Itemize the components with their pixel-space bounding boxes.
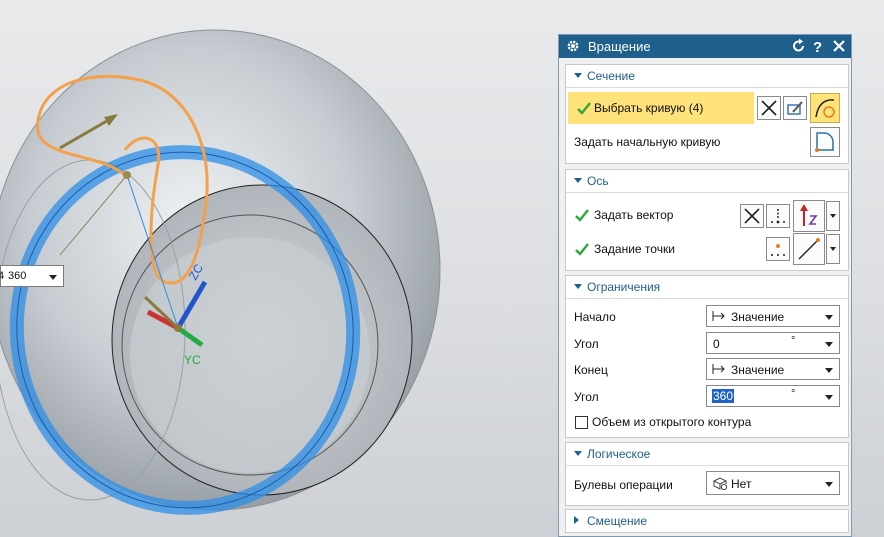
collapse-icon xyxy=(574,178,582,183)
angle2-unit: ° xyxy=(791,388,796,400)
open-profile-checkbox[interactable] xyxy=(575,416,588,429)
angle1-value: 0 xyxy=(713,337,720,351)
boolean-label: Булевы операции xyxy=(574,478,673,492)
angle2-input[interactable]: 360 ° xyxy=(706,385,840,407)
collapse-icon xyxy=(574,451,582,456)
angle2-label: Угол xyxy=(574,390,599,404)
section-axis-group: Ось Задать вектор Задание точки xyxy=(565,169,849,271)
boolean-select[interactable]: Нет xyxy=(706,471,840,495)
dialog-titlebar[interactable]: Вращение ? xyxy=(559,35,851,58)
curve-select-button[interactable] xyxy=(810,93,840,123)
checkmark-icon xyxy=(575,209,589,222)
help-icon[interactable]: ? xyxy=(810,38,826,54)
end-label: Конец xyxy=(574,363,608,377)
select-curve-label: Выбрать кривую (4) xyxy=(594,101,704,115)
section-offset-group: Смещение xyxy=(565,509,849,533)
vector-dialog-button[interactable] xyxy=(766,204,790,228)
section-boolean-group: Логическое Булевы операции Нет xyxy=(565,442,849,506)
arrow-value-icon xyxy=(712,310,726,325)
sketch-section-button[interactable] xyxy=(783,96,807,120)
collapse-icon xyxy=(574,73,582,78)
svg-text:?: ? xyxy=(813,39,822,54)
point-dialog-icon xyxy=(771,244,785,256)
end-mode-select[interactable]: Значение xyxy=(706,358,840,380)
vector-select-button[interactable] xyxy=(740,204,764,228)
curve-rule-button[interactable] xyxy=(757,96,781,120)
checkmark-icon xyxy=(575,243,589,256)
point-type-dropdown[interactable] xyxy=(826,234,840,264)
chevron-down-icon xyxy=(825,342,833,347)
angle-input-value: 360 xyxy=(8,270,27,282)
arrow-value-icon xyxy=(712,363,726,378)
triad-origin[interactable] xyxy=(174,324,182,332)
cross-select-icon xyxy=(761,100,777,116)
torus-inner-face xyxy=(130,237,370,473)
expand-icon xyxy=(574,516,579,524)
vector-dialog-icon xyxy=(771,209,785,224)
collapse-icon xyxy=(574,284,582,289)
angle1-unit: ° xyxy=(791,335,796,347)
chevron-down-icon xyxy=(825,315,833,320)
vector-type-button[interactable] xyxy=(793,200,825,232)
start-curve-button[interactable] xyxy=(810,127,840,157)
open-profile-label: Объем из открытого контура xyxy=(592,415,752,429)
chevron-down-icon[interactable] xyxy=(49,275,57,280)
boolean-value: Нет xyxy=(731,477,752,491)
revolve-dialog: Вращение ? Сечение Выбрать кривую (4) За… xyxy=(558,34,852,537)
angle-input-edge-char: 4 xyxy=(0,270,5,282)
point-label: Задание точки xyxy=(594,242,675,256)
section-curve-group: Сечение Выбрать кривую (4) Задать началь… xyxy=(565,64,849,164)
point-dialog-button[interactable] xyxy=(766,237,790,261)
boolean-none-icon xyxy=(712,476,728,493)
onscreen-angle-input[interactable]: 4 360 xyxy=(0,265,64,287)
start-mode-select[interactable]: Значение xyxy=(706,305,840,327)
vector-label: Задать вектор xyxy=(594,208,674,222)
section-header-offset[interactable]: Смещение xyxy=(566,510,848,532)
section-title-offset: Смещение xyxy=(587,514,648,528)
start-label: Начало xyxy=(574,310,616,324)
angle1-input[interactable]: 0 ° xyxy=(706,332,840,354)
checkmark-icon xyxy=(577,102,591,115)
vector-type-dropdown[interactable] xyxy=(826,201,840,231)
section-title-curve: Сечение xyxy=(587,69,635,83)
dialog-title: Вращение xyxy=(588,39,651,54)
vector-zc-icon xyxy=(800,204,818,226)
section-title-limits: Ограничения xyxy=(587,280,661,294)
point-type-button[interactable] xyxy=(793,233,825,265)
section-header-axis[interactable]: Ось xyxy=(566,170,848,193)
curve-icon xyxy=(815,99,835,118)
close-icon[interactable] xyxy=(831,38,847,54)
end-mode-value: Значение xyxy=(731,363,785,377)
axis-point-top[interactable] xyxy=(123,171,131,179)
angle2-value: 360 xyxy=(712,389,735,403)
section-title-boolean: Логическое xyxy=(587,447,651,461)
sketch-icon xyxy=(787,101,803,115)
start-curve-icon xyxy=(815,132,834,152)
chevron-down-icon xyxy=(825,395,833,400)
start-mode-value: Значение xyxy=(731,310,785,324)
open-profile-row[interactable]: Объем из открытого контура xyxy=(566,411,848,435)
yc-label: YC xyxy=(184,353,201,367)
start-curve-label: Задать начальную кривую xyxy=(574,135,721,149)
chevron-down-icon xyxy=(825,368,833,373)
cross-select-icon xyxy=(744,208,760,224)
section-limits-group: Ограничения Начало Значение Угол 0 ° Кон… xyxy=(565,275,849,438)
select-curve-row[interactable]: Выбрать кривую (4) xyxy=(568,92,754,124)
gear-icon xyxy=(567,40,579,52)
point-line-icon xyxy=(798,238,820,260)
section-title-axis: Ось xyxy=(587,174,609,188)
angle1-label: Угол xyxy=(574,337,599,351)
start-curve-row: Задать начальную кривую xyxy=(566,131,848,159)
section-header-limits[interactable]: Ограничения xyxy=(566,276,848,299)
reset-icon[interactable] xyxy=(791,38,807,54)
section-header-boolean[interactable]: Логическое xyxy=(566,443,848,466)
section-header-curve[interactable]: Сечение xyxy=(566,65,848,88)
chevron-down-icon xyxy=(825,482,833,487)
